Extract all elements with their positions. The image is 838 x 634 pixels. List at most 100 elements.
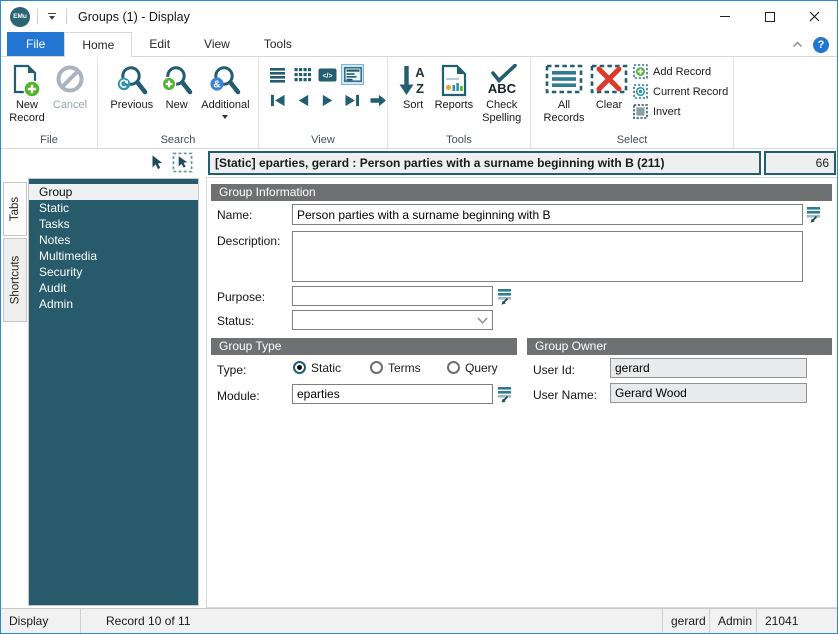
status-label: Status: [217,314,255,328]
group-label-search: Search [160,134,196,146]
additional-search-icon: & [208,62,242,99]
maximize-button[interactable] [747,1,792,32]
new-record-button[interactable]: New Record [4,61,50,126]
type-label: Type: [217,363,247,377]
tab-file[interactable]: File [7,32,65,56]
additional-dropdown-caret [222,115,229,120]
check-spelling-button[interactable]: ABC Check Spelling [476,61,527,126]
goto-record-button[interactable] [366,90,389,111]
tab-tools[interactable]: Tools [247,32,309,56]
statusbar-user: gerard [662,609,709,633]
tab-home[interactable]: Home [64,32,133,57]
add-record-icon [633,64,648,79]
cancel-icon [55,62,85,99]
sidebar-item-group[interactable]: Group [29,184,198,200]
radio-terms[interactable]: Terms [370,360,421,375]
additional-search-button[interactable]: & Additional [196,61,255,120]
sidebar-item-tasks[interactable]: Tasks [29,216,198,232]
quick-access-dropdown-icon[interactable] [45,12,59,21]
purpose-lookup-icon[interactable] [497,287,512,305]
sidebar-item-security[interactable]: Security [29,264,198,280]
radio-query[interactable]: Query [447,360,498,375]
all-records-icon [545,62,583,99]
record-summary: [Static] eparties, gerard : Person parti… [208,151,761,175]
cancel-button[interactable]: Cancel [50,61,90,113]
name-lookup-icon[interactable] [806,205,821,223]
contact-sheet-view-button[interactable] [291,64,314,85]
purpose-input[interactable] [292,286,493,306]
radio-static[interactable]: Static [293,360,341,375]
goto-record-icon [370,94,386,107]
clear-selection-button[interactable]: Clear [589,61,629,113]
sidebar-item-notes[interactable]: Notes [29,232,198,248]
statusbar-mode: Display [1,609,81,633]
module-lookup-icon[interactable] [497,385,512,403]
group-label-view: View [311,134,335,146]
tab-view[interactable]: View [187,32,247,56]
status-dropdown[interactable] [292,310,493,330]
svg-text:ABC: ABC [488,81,517,96]
module-input[interactable] [292,384,493,404]
purpose-label: Purpose: [217,290,266,304]
sort-button[interactable]: A Z Sort [395,61,431,113]
marquee-select-icon[interactable] [172,152,193,173]
pointer-icon[interactable] [149,154,163,171]
status-bar: Display Record 10 of 11 gerard Admin 210… [1,608,837,633]
previous-search-icon [115,62,149,99]
description-input[interactable] [292,231,803,282]
radio-terms-control [370,361,383,374]
current-record-button[interactable]: Current Record [633,83,728,100]
vertical-tab-tabs[interactable]: Tabs [3,182,27,236]
ribbon-tab-row: File Home Edit View Tools ? [1,32,837,57]
ribbon-group-tools: A Z Sort Reports ABC Check Spelling Tool… [388,57,531,148]
description-label: Description: [217,234,281,248]
sidebar-item-audit[interactable]: Audit [29,280,198,296]
first-record-button[interactable] [266,90,289,111]
minimize-button[interactable] [702,1,747,32]
form-area: Group Information Name: Description: Pur… [206,177,837,608]
name-input[interactable] [292,204,803,225]
previous-search-button[interactable]: Previous [106,61,158,113]
last-record-button[interactable] [341,90,364,111]
form-view-icon [343,67,362,82]
statusbar-role: Admin [709,609,756,633]
user-id-label: User Id: [533,363,576,377]
section-header-group-information: Group Information [211,184,832,201]
previous-record-button[interactable] [291,90,314,111]
window-title: Groups (1) - Display [78,9,190,24]
close-button[interactable] [792,1,837,32]
vertical-tab-shortcuts[interactable]: Shortcuts [3,238,27,322]
ribbon-group-file: New Record Cancel File [1,57,98,148]
list-view-button[interactable] [266,64,289,85]
section-header-group-owner: Group Owner [527,338,832,355]
new-record-icon [12,62,42,99]
add-record-button[interactable]: Add Record [633,63,728,80]
page-view-button[interactable]: </> [316,64,339,85]
details-view-button[interactable] [341,64,364,85]
help-icon[interactable]: ? [813,36,829,53]
close-icon [809,11,820,22]
ribbon-group-search: Previous New & Additional Search [98,57,259,148]
invert-selection-button[interactable]: Invert [633,103,728,120]
new-search-button[interactable]: New [158,61,196,113]
sidebar-item-static[interactable]: Static [29,200,198,216]
main-area: Tabs Shortcuts Group Static Tasks Notes … [1,177,837,610]
reports-button[interactable]: Reports [431,61,476,113]
emu-app-icon[interactable]: EMu [10,6,30,27]
collapse-ribbon-icon[interactable] [792,41,803,48]
invert-selection-icon [633,104,648,119]
ribbon: New Record Cancel File Previous New & Ad… [1,57,837,149]
module-label: Module: [217,389,260,403]
clear-selection-icon [590,62,628,99]
svg-text:A: A [415,65,425,80]
sidebar-item-admin[interactable]: Admin [29,296,198,312]
next-record-button[interactable] [316,90,339,111]
group-label-file: File [40,134,58,146]
statusbar-code: 21041 [756,609,837,633]
minimize-icon [719,16,730,17]
chevron-down-icon [477,317,488,324]
all-records-button[interactable]: All Records [539,61,589,126]
tab-edit[interactable]: Edit [132,32,187,56]
sidebar-item-multimedia[interactable]: Multimedia [29,248,198,264]
section-header-group-type: Group Type [211,338,517,355]
